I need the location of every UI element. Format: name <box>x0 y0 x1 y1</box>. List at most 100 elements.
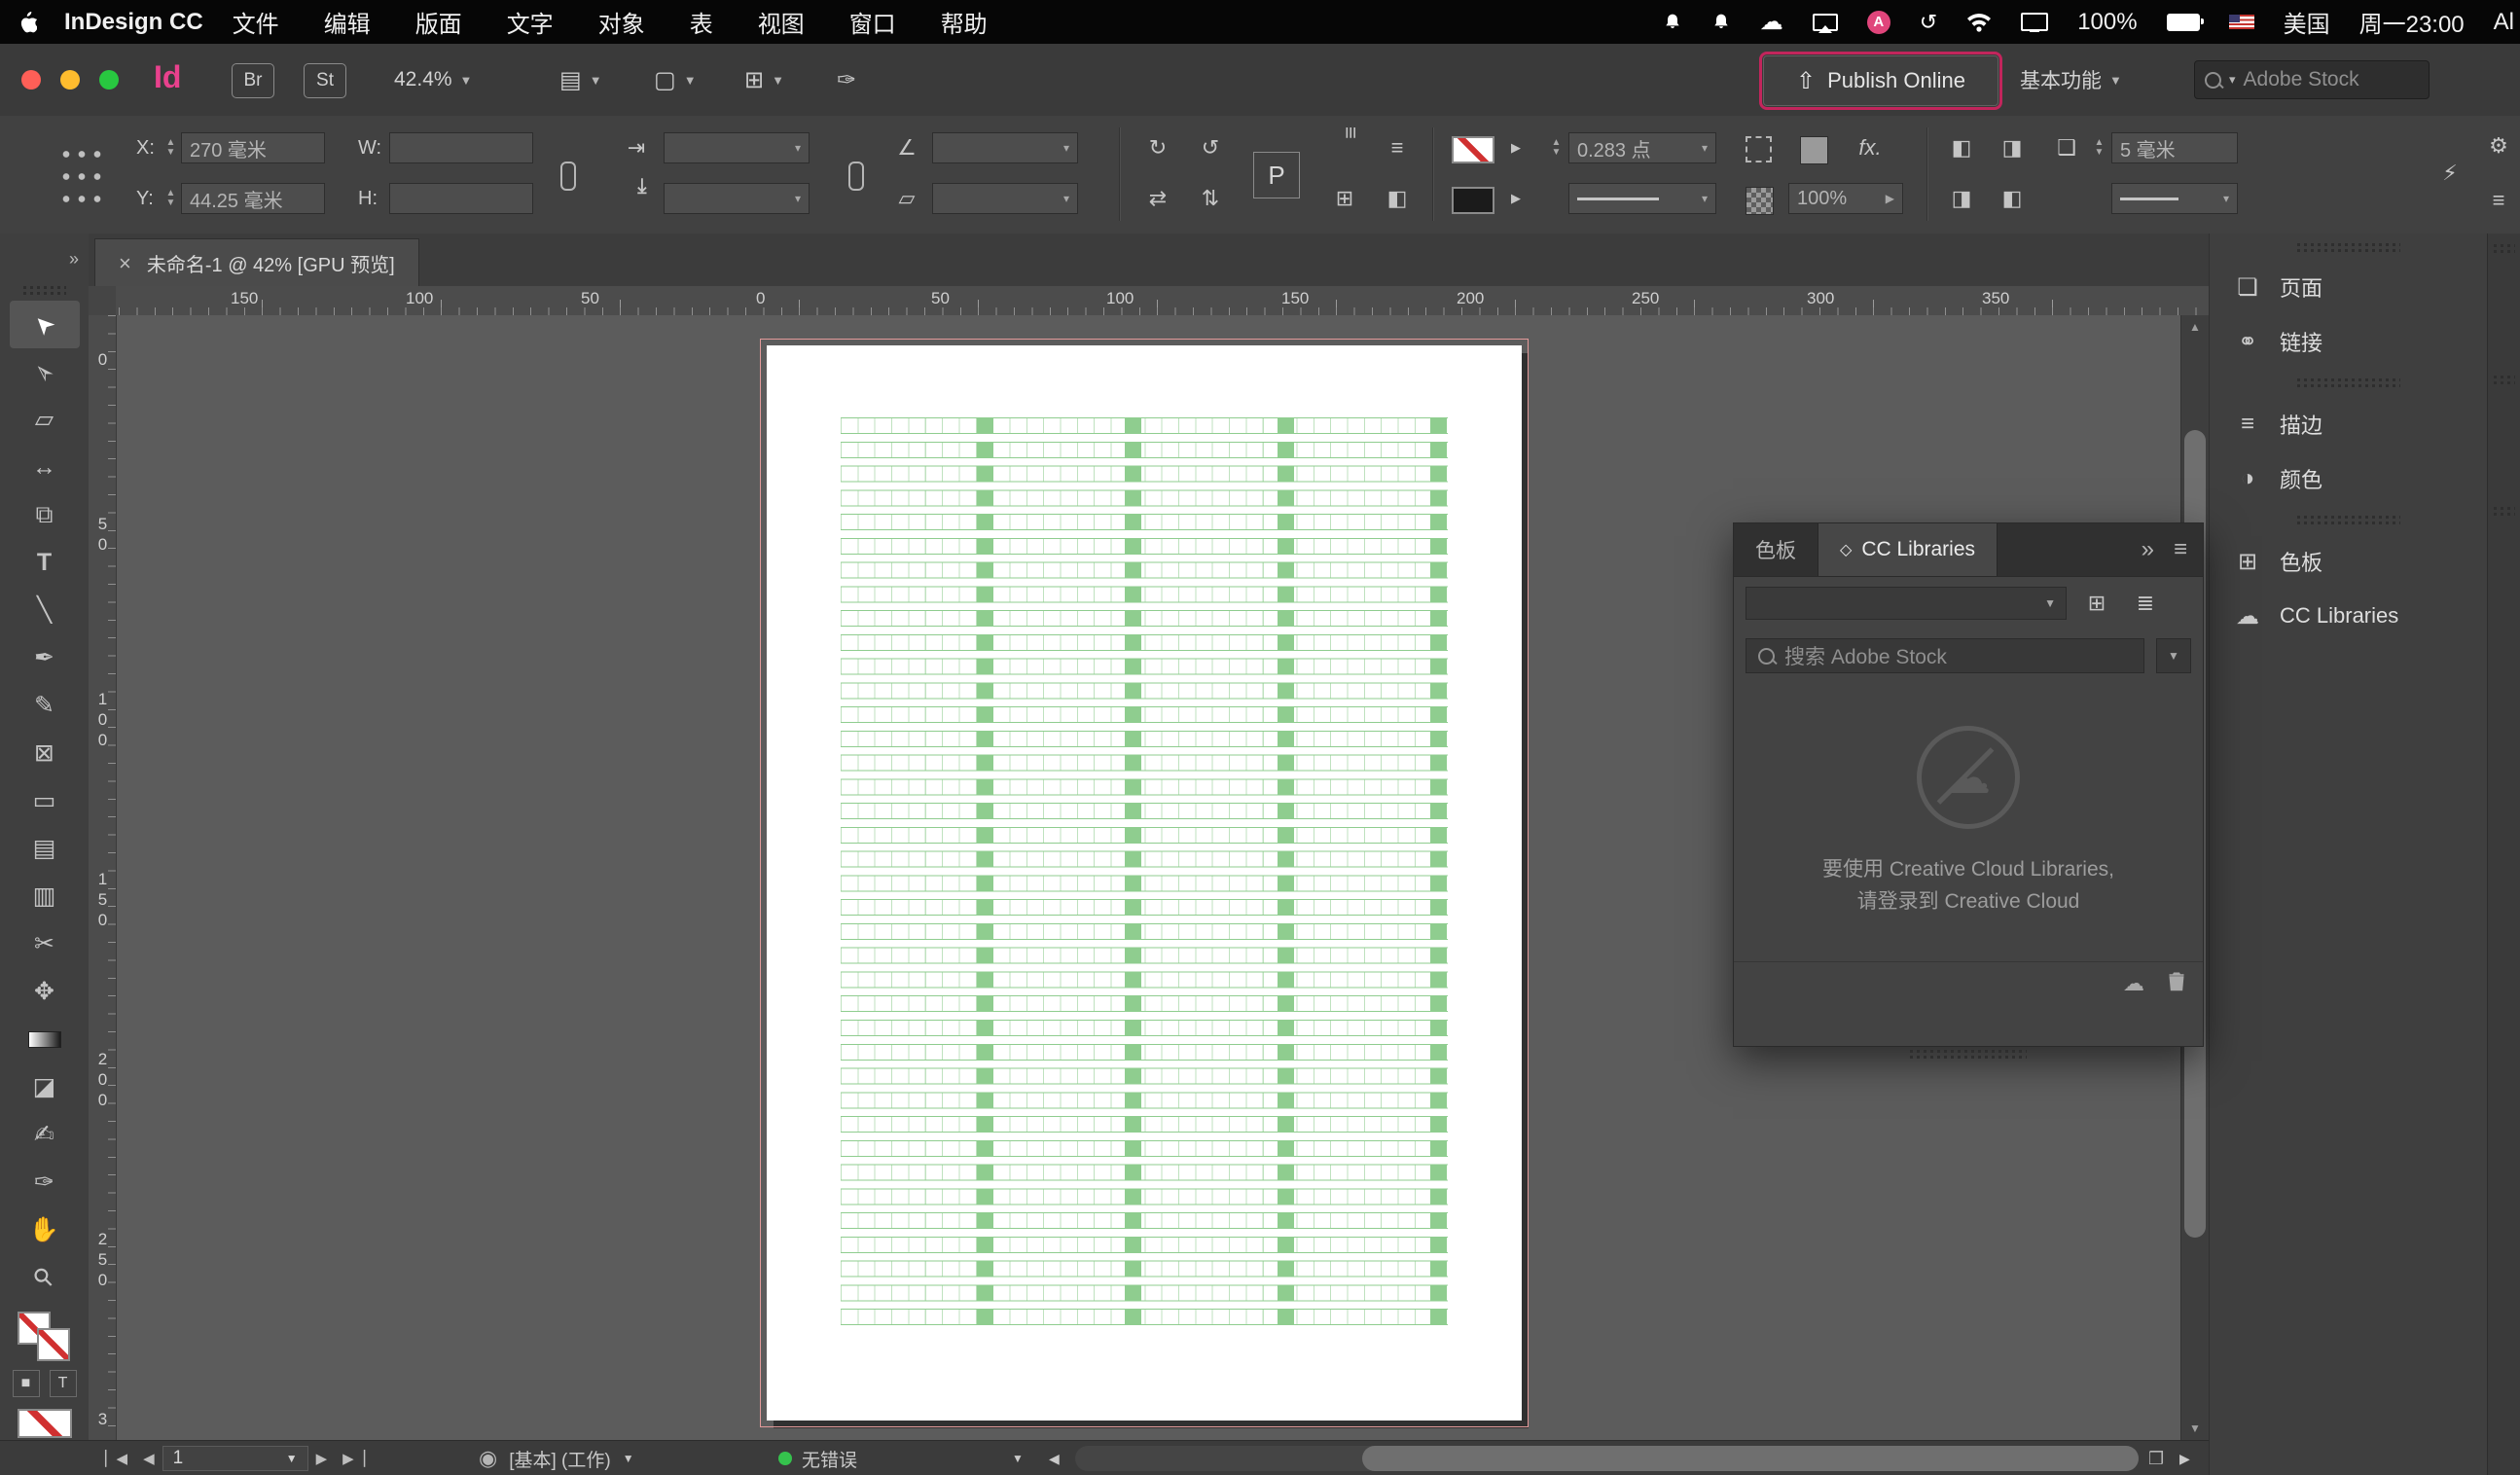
content-collector-tool[interactable]: ⧉ <box>10 491 80 539</box>
flip-vertical-button[interactable]: ⇅ <box>1189 180 1232 217</box>
creative-cloud-icon[interactable]: ☁ <box>1760 8 1783 36</box>
formatting-affects-text-button[interactable]: T <box>49 1370 77 1397</box>
window-zoom-button[interactable] <box>99 70 119 90</box>
fill-color-swatch[interactable] <box>1452 187 1494 214</box>
window-close-button[interactable] <box>21 70 41 90</box>
manuscript-grid[interactable] <box>841 417 1448 1333</box>
notification-bell-icon-2[interactable] <box>1711 12 1731 33</box>
wrap-bounding-box-button[interactable]: ◨ <box>1991 129 2034 166</box>
horizontal-scrollbar[interactable] <box>1075 1446 2139 1471</box>
menu-help[interactable]: 帮助 <box>941 5 988 39</box>
bridge-button[interactable]: Br <box>232 63 274 98</box>
scissors-tool[interactable]: ✂ <box>10 920 80 968</box>
menu-object[interactable]: 对象 <box>598 5 645 39</box>
stroke-color-swatch[interactable] <box>1452 136 1494 163</box>
note-tool[interactable]: ✍ <box>10 1111 80 1159</box>
menu-layout[interactable]: 版面 <box>415 5 462 39</box>
menubar-app-name[interactable]: InDesign CC <box>64 9 203 36</box>
ruler-origin-corner[interactable] <box>89 286 117 316</box>
cc-panel-resize-handle[interactable] <box>1910 1050 2027 1059</box>
hand-tool[interactable]: ✋ <box>10 1206 80 1254</box>
stroke-weight-stepper[interactable]: ▲ ▼ <box>1549 132 1564 163</box>
menu-edit[interactable]: 编辑 <box>324 5 371 39</box>
collapsed-dock-strip[interactable] <box>2487 234 2520 1475</box>
document-page[interactable] <box>760 339 1529 1427</box>
battery-icon[interactable] <box>2166 13 2204 31</box>
app-badge-icon[interactable]: A <box>1866 10 1890 34</box>
apply-none-swatch[interactable] <box>17 1409 72 1438</box>
tools-panel-coll[interactable]: » <box>0 234 89 284</box>
tab-swatches[interactable]: 色板 <box>1734 523 1818 576</box>
corner-size-field[interactable]: 5 毫米 <box>2111 132 2238 163</box>
zoom-tool[interactable]: ⚲ <box>10 1254 80 1302</box>
display-icon[interactable] <box>2021 13 2049 31</box>
arrange-documents-dropdown[interactable]: ⊞ ▼ <box>744 63 784 96</box>
scroll-left-arrow[interactable]: ◀ <box>1049 1441 1060 1475</box>
effects-button[interactable]: fx. <box>1849 129 1891 166</box>
align-vertical-button[interactable]: ◧ <box>1376 180 1419 217</box>
workspace-switcher-dropdown[interactable]: 基本功能 ▼ <box>2020 63 2122 96</box>
opacity-field[interactable]: 100% ▶ <box>1788 183 1903 214</box>
direct-selection-tool[interactable]: ➢ <box>10 348 80 396</box>
select-container-button[interactable]: P <box>1253 152 1300 198</box>
flip-horizontal-button[interactable]: ⇄ <box>1136 180 1179 217</box>
input-source-label[interactable]: 美国 <box>2284 5 2330 39</box>
cc-stock-search-input[interactable]: 搜索 Adobe Stock <box>1746 638 2144 673</box>
corner-size-stepper[interactable]: ▲ ▼ <box>2092 132 2106 163</box>
vertical-grid-tool[interactable]: ▥ <box>10 873 80 920</box>
preflight-status-label[interactable]: 无错误 <box>802 1446 857 1472</box>
rotation-angle-field[interactable]: ▾ <box>932 132 1078 163</box>
tab-cc-libraries[interactable]: ◇ CC Libraries <box>1818 523 1998 576</box>
dock-item-color[interactable]: ◑ 颜色 <box>2210 451 2488 506</box>
notification-bell-icon[interactable] <box>1663 12 1682 33</box>
first-page-button[interactable]: ▏◀ <box>97 1450 135 1467</box>
last-page-button[interactable]: ▶▕ <box>335 1450 373 1467</box>
corner-shape-dropdown[interactable]: ▾ <box>2111 183 2238 214</box>
cc-search-dropdown[interactable]: ▼ <box>2156 638 2191 673</box>
menu-type[interactable]: 文字 <box>507 5 554 39</box>
stock-button[interactable]: St <box>304 63 346 98</box>
horizontal-scroll-thumb[interactable] <box>1362 1446 2139 1471</box>
free-transform-tool[interactable]: ✥ <box>10 968 80 1016</box>
rectangle-frame-tool[interactable]: ⊠ <box>10 730 80 777</box>
object-fill-toggle[interactable] <box>1800 136 1828 164</box>
wrap-jump-button[interactable]: ◧ <box>1991 180 2034 217</box>
eyedropper-tool[interactable]: ✑ <box>10 1159 80 1206</box>
document-tab[interactable]: × 未命名-1 @ 42% [GPU 预览] <box>94 238 419 287</box>
screen-mode-dropdown[interactable]: ▢ ▼ <box>654 63 697 96</box>
fill-stroke-swatches[interactable] <box>17 1312 72 1362</box>
rectangle-tool[interactable]: ▭ <box>10 777 80 825</box>
grid-view-button[interactable]: ⊞ <box>2078 587 2115 620</box>
pencil-tool[interactable]: ✎ <box>10 682 80 730</box>
horizontal-ruler[interactable]: 150 100 50 0 50 100 150 200 250 300 350 <box>116 286 2209 316</box>
publish-online-button[interactable]: ⇧ Publish Online <box>1759 52 2002 110</box>
rotate-ccw-button[interactable]: ↺ <box>1189 129 1232 166</box>
dock-item-pages[interactable]: ❏ 页面 <box>2210 260 2488 314</box>
pen-tool[interactable]: ✒ <box>10 634 80 682</box>
panel-collapse-icon[interactable]: » <box>2142 536 2154 563</box>
scale-y-field[interactable]: ▾ <box>664 183 810 214</box>
dock-separator[interactable] <box>2210 369 2488 397</box>
formatting-affects-container-button[interactable]: ■ <box>12 1370 40 1397</box>
preflight-dropdown-arrow[interactable]: ▼ <box>1012 1441 1024 1475</box>
constrain-scale-icon[interactable] <box>848 162 864 191</box>
selection-tool[interactable]: ➤ <box>9 301 80 348</box>
dock-item-swatches[interactable]: ⊞ 色板 <box>2210 534 2488 589</box>
stroke-swatch-none[interactable] <box>36 1328 70 1361</box>
stroke-type-dropdown[interactable]: ▾ <box>1568 183 1716 214</box>
x-stepper[interactable]: ▲ ▼ <box>163 132 178 163</box>
scroll-right-arrow[interactable]: ▶ <box>2179 1441 2190 1475</box>
menu-file[interactable]: 文件 <box>233 5 279 39</box>
trash-icon[interactable] <box>2168 971 2185 997</box>
gradient-feather-tool[interactable]: ◪ <box>10 1063 80 1111</box>
stroke-weight-field[interactable]: 0.283 点 ▾ <box>1568 132 1716 163</box>
y-position-field[interactable]: 44.25 毫米 <box>181 183 325 214</box>
scroll-up-arrow[interactable]: ▲ <box>2181 315 2209 339</box>
cloud-sync-icon[interactable]: ☁ <box>2123 971 2144 996</box>
dock-grip[interactable] <box>2297 243 2400 252</box>
menubar-clock[interactable]: 周一23:00 <box>2359 5 2465 39</box>
height-field[interactable] <box>389 183 533 214</box>
tab-close-icon[interactable]: × <box>119 251 131 276</box>
y-stepper[interactable]: ▲ ▼ <box>163 183 178 214</box>
us-flag-icon[interactable] <box>2228 15 2254 29</box>
